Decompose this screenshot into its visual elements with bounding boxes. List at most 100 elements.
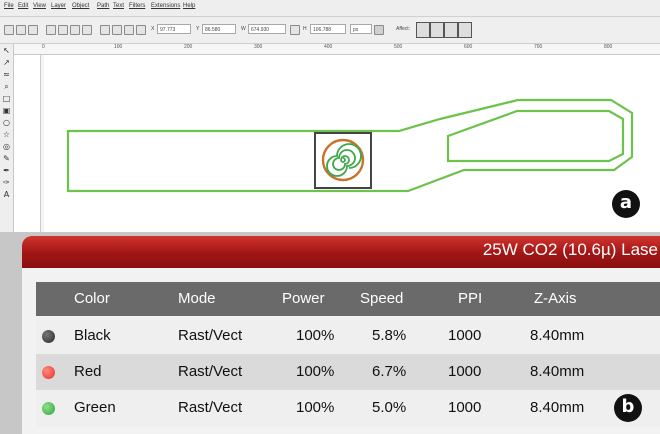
selector-arrow-icon[interactable]: ↖ (2, 46, 11, 55)
h-field[interactable]: 106.788 (310, 24, 346, 34)
select-all-layers-button[interactable] (16, 25, 26, 35)
unit-select[interactable]: px (350, 24, 372, 34)
ruler-tick-label: 600 (464, 44, 473, 50)
y-field[interactable]: 86.580 (202, 24, 236, 34)
lock-icon[interactable] (290, 25, 300, 35)
menu-text[interactable]: Text (113, 3, 124, 9)
row-speed[interactable]: 5.0% (372, 399, 406, 416)
calligraphy-tool-icon[interactable]: ✑ (2, 178, 11, 187)
rotate-cw-button[interactable] (58, 25, 68, 35)
ruler-tick-label: 800 (604, 44, 613, 50)
col-mode: Mode (178, 290, 216, 307)
menu-extensions[interactable]: Extensions (151, 3, 180, 9)
table-row[interactable]: Red Rast/Vect 100% 6.7% 1000 8.40mm (36, 354, 660, 390)
menu-view[interactable]: View (33, 3, 46, 9)
row-mode[interactable]: Rast/Vect (178, 363, 242, 380)
table-header-row: Color Mode Power Speed PPI Z-Axis (36, 282, 660, 316)
ruler-tick-label: 500 (394, 44, 403, 50)
affect-patterns-button[interactable] (458, 22, 472, 38)
tweak-tool-icon[interactable]: ≈ (2, 70, 11, 79)
inner-slot-shape[interactable] (446, 109, 625, 163)
w-field[interactable]: 674.930 (248, 24, 286, 34)
row-z-axis[interactable]: 8.40mm (530, 327, 584, 344)
x-field[interactable]: 97.773 (157, 24, 191, 34)
menu-edit[interactable]: Edit (18, 3, 28, 9)
row-ppi[interactable]: 1000 (448, 363, 481, 380)
raise-button[interactable] (112, 25, 122, 35)
node-tool-icon[interactable]: ↗ (2, 58, 11, 67)
menu-help[interactable]: Help (183, 3, 195, 9)
ruler-tick-label: 0 (42, 44, 45, 50)
menu-object[interactable]: Object (72, 3, 89, 9)
col-z-axis: Z-Axis (534, 290, 577, 307)
lower-button[interactable] (124, 25, 134, 35)
horizontal-ruler: 0 100 200 300 400 500 600 700 800 (14, 44, 660, 55)
col-color: Color (74, 290, 110, 307)
affect-stroke-scale-button[interactable] (416, 22, 430, 38)
settings-table: Color Mode Power Speed PPI Z-Axis Black … (22, 268, 660, 434)
menu-file[interactable]: File (4, 3, 14, 9)
laser-settings-panel: 25W CO2 (10.6µ) Lase Color Mode Power Sp… (0, 232, 660, 434)
marker-a: a (612, 190, 640, 218)
pencil-tool-icon[interactable]: ✎ (2, 154, 11, 163)
drawing-canvas[interactable]: a (44, 55, 660, 232)
x-label: X (151, 26, 155, 32)
3d-box-tool-icon[interactable]: ▣ (2, 106, 11, 115)
ruler-tick-label: 700 (534, 44, 543, 50)
selector-toolbar: X 97.773 Y 86.580 W 674.930 H 106.788 px… (0, 17, 660, 44)
row-color: Green (74, 399, 116, 416)
spiral-tool-icon[interactable]: ◎ (2, 142, 11, 151)
green-spiral-shape[interactable] (326, 143, 362, 177)
col-speed: Speed (360, 290, 404, 307)
zoom-tool-icon[interactable]: ⌕ (2, 82, 11, 91)
black-swatch-icon (42, 330, 55, 343)
toolbox: ↖ ↗ ≈ ⌕ □ ▣ ○ ☆ ◎ ✎ ✒ ✑ A (0, 44, 14, 232)
row-power[interactable]: 100% (296, 363, 334, 380)
row-z-axis[interactable]: 8.40mm (530, 363, 584, 380)
raise-top-button[interactable] (100, 25, 110, 35)
row-power[interactable]: 100% (296, 399, 334, 416)
table-row[interactable]: Green Rast/Vect 100% 5.0% 1000 8.40mm (36, 390, 660, 426)
ellipse-tool-icon[interactable]: ○ (2, 118, 11, 127)
row-z-axis[interactable]: 8.40mm (530, 399, 584, 416)
col-ppi: PPI (458, 290, 483, 307)
lower-bottom-button[interactable] (136, 25, 146, 35)
rotate-ccw-button[interactable] (46, 25, 56, 35)
row-ppi[interactable]: 1000 (448, 399, 481, 416)
row-color: Black (74, 327, 111, 344)
row-mode[interactable]: Rast/Vect (178, 399, 242, 416)
red-swatch-icon (42, 366, 55, 379)
menu-layer[interactable]: Layer (51, 3, 66, 9)
row-ppi[interactable]: 1000 (448, 327, 481, 344)
row-mode[interactable]: Rast/Vect (178, 327, 242, 344)
row-power[interactable]: 100% (296, 327, 334, 344)
flip-v-button[interactable] (82, 25, 92, 35)
table-row[interactable]: Black Rast/Vect 100% 5.8% 1000 8.40mm (36, 318, 660, 354)
marker-b: b (614, 394, 642, 422)
deselect-button[interactable] (28, 25, 38, 35)
select-all-button[interactable] (4, 25, 14, 35)
chevron-down-icon[interactable] (374, 25, 384, 35)
row-speed[interactable]: 5.8% (372, 327, 406, 344)
menu-path[interactable]: Path (97, 3, 109, 9)
w-label: W (241, 26, 246, 32)
affect-corners-button[interactable] (430, 22, 444, 38)
inkscape-window: File Edit View Layer Object Path Text Fi… (0, 0, 660, 232)
ruler-tick-label: 400 (324, 44, 333, 50)
text-tool-icon[interactable]: A (2, 190, 11, 199)
rect-tool-icon[interactable]: □ (2, 94, 11, 103)
affect-gradients-button[interactable] (444, 22, 458, 38)
outline-shape[interactable] (66, 98, 634, 193)
ruler-tick-label: 200 (184, 44, 193, 50)
row-speed[interactable]: 6.7% (372, 363, 406, 380)
pen-tool-icon[interactable]: ✒ (2, 166, 11, 175)
col-power: Power (282, 290, 325, 307)
ruler-tick-label: 300 (254, 44, 263, 50)
menu-filters[interactable]: Filters (129, 3, 145, 9)
flip-h-button[interactable] (70, 25, 80, 35)
y-label: Y (196, 26, 200, 32)
row-color: Red (74, 363, 102, 380)
h-label: H (303, 26, 307, 32)
star-tool-icon[interactable]: ☆ (2, 130, 11, 139)
menu-bar: File Edit View Layer Object Path Text Fi… (0, 0, 660, 17)
